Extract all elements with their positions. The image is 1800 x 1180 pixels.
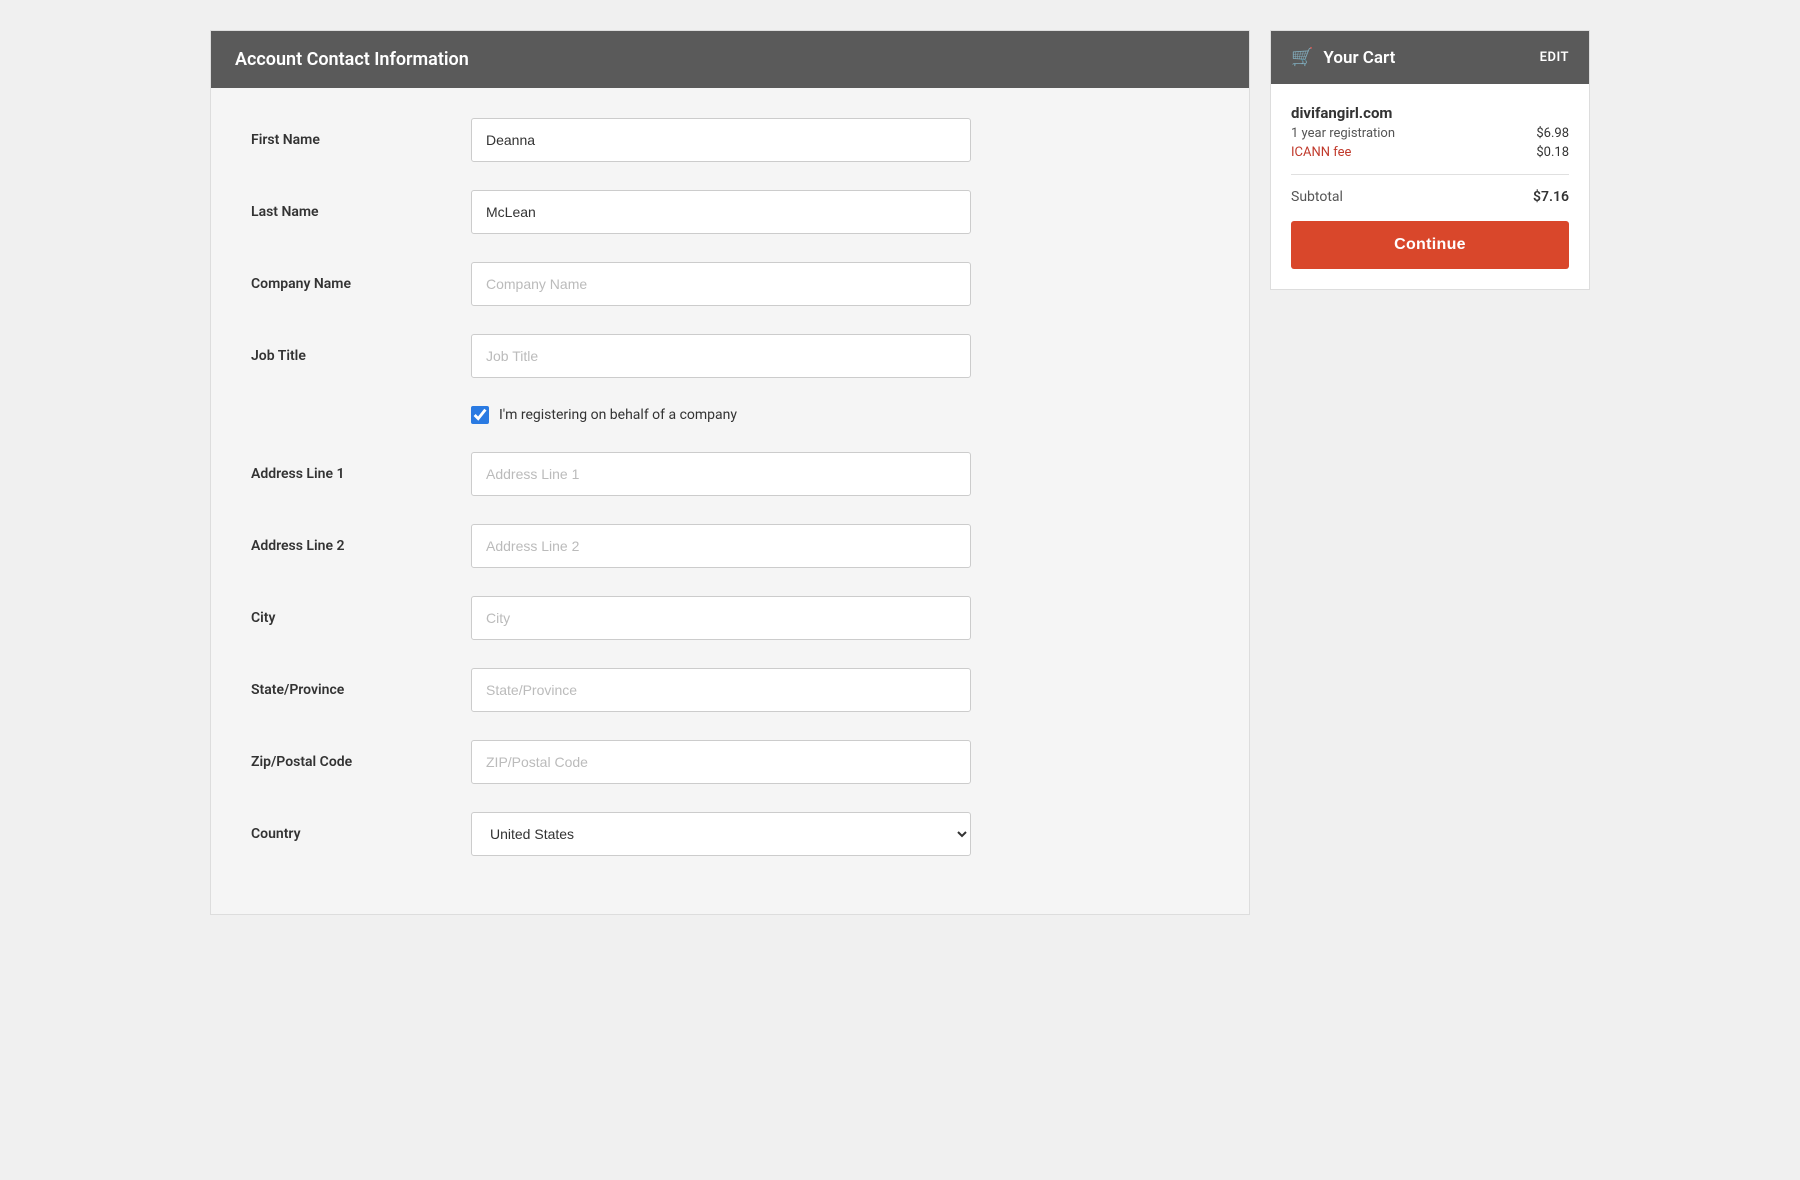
cart-icann-price: $0.18	[1536, 145, 1569, 160]
last-name-label: Last Name	[251, 204, 471, 220]
cart-registration-price: $6.98	[1536, 126, 1569, 141]
company-name-label: Company Name	[251, 276, 471, 292]
company-name-row: Company Name	[251, 262, 1209, 306]
first-name-row: First Name	[251, 118, 1209, 162]
cart-registration-label: 1 year registration	[1291, 126, 1395, 141]
cart-icann-label: ICANN fee	[1291, 145, 1351, 160]
cart-domain: divifangirl.com	[1291, 104, 1569, 122]
company-name-input[interactable]	[471, 262, 971, 306]
address1-label: Address Line 1	[251, 466, 471, 482]
cart-header-left: 🛒 Your Cart	[1291, 47, 1395, 68]
city-label: City	[251, 610, 471, 626]
form-panel-header: Account Contact Information	[211, 31, 1249, 88]
job-title-label: Job Title	[251, 348, 471, 364]
cart-registration-row: 1 year registration $6.98	[1291, 126, 1569, 141]
first-name-label: First Name	[251, 132, 471, 148]
cart-title: Your Cart	[1323, 48, 1395, 68]
city-row: City	[251, 596, 1209, 640]
country-label: Country	[251, 826, 471, 842]
country-row: Country United States Canada United King…	[251, 812, 1209, 856]
cart-subtotal-price: $7.16	[1533, 189, 1569, 205]
last-name-input[interactable]	[471, 190, 971, 234]
state-label: State/Province	[251, 682, 471, 698]
cart-subtotal-label: Subtotal	[1291, 189, 1343, 205]
cart-icon: 🛒	[1291, 47, 1313, 68]
address2-label: Address Line 2	[251, 538, 471, 554]
address2-row: Address Line 2	[251, 524, 1209, 568]
job-title-input[interactable]	[471, 334, 971, 378]
country-select[interactable]: United States Canada United Kingdom Aust…	[471, 812, 971, 856]
cart-icann-row: ICANN fee $0.18	[1291, 145, 1569, 160]
cart-body: divifangirl.com 1 year registration $6.9…	[1271, 84, 1589, 289]
address1-row: Address Line 1	[251, 452, 1209, 496]
company-checkbox-row: I'm registering on behalf of a company	[251, 406, 1209, 424]
zip-row: Zip/Postal Code	[251, 740, 1209, 784]
company-checkbox[interactable]	[471, 406, 489, 424]
cart-edit-button[interactable]: EDIT	[1540, 50, 1569, 65]
state-row: State/Province	[251, 668, 1209, 712]
zip-input[interactable]	[471, 740, 971, 784]
address2-input[interactable]	[471, 524, 971, 568]
cart-header: 🛒 Your Cart EDIT	[1271, 31, 1589, 84]
first-name-input[interactable]	[471, 118, 971, 162]
last-name-row: Last Name	[251, 190, 1209, 234]
state-input[interactable]	[471, 668, 971, 712]
zip-label: Zip/Postal Code	[251, 754, 471, 770]
main-form-panel: Account Contact Information First Name L…	[210, 30, 1250, 915]
form-body: First Name Last Name Company Name Job Ti…	[211, 88, 1249, 914]
company-checkbox-label[interactable]: I'm registering on behalf of a company	[499, 407, 737, 423]
cart-panel: 🛒 Your Cart EDIT divifangirl.com 1 year …	[1270, 30, 1590, 290]
cart-divider	[1291, 174, 1569, 175]
city-input[interactable]	[471, 596, 971, 640]
form-panel-title: Account Contact Information	[235, 49, 469, 70]
cart-subtotal-row: Subtotal $7.16	[1291, 189, 1569, 205]
cart-continue-button[interactable]: Continue	[1291, 221, 1569, 269]
address1-input[interactable]	[471, 452, 971, 496]
job-title-row: Job Title	[251, 334, 1209, 378]
